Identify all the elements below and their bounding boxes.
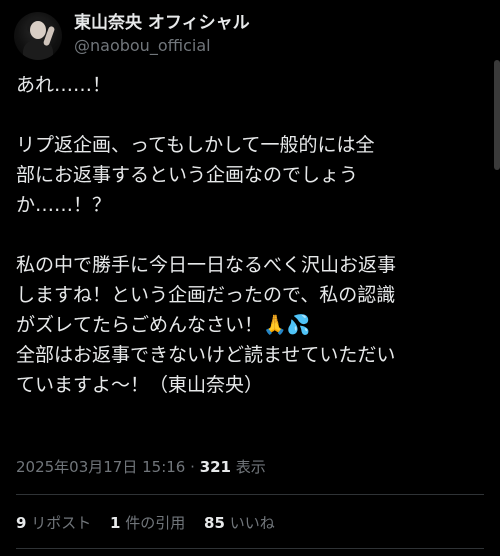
- author-info: 東山奈央 オフィシャル @naobou_official: [74, 12, 250, 57]
- divider: [16, 494, 484, 495]
- likes-count: 85: [204, 514, 225, 532]
- tweet-header: 東山奈央 オフィシャル @naobou_official: [14, 10, 486, 62]
- tweet-meta: 2025年03月17日 15:16 · 321 表示: [16, 456, 266, 477]
- tweet-line: ていますよ〜！（東山奈央）: [16, 374, 264, 396]
- views-count: 321: [199, 458, 231, 476]
- retweets-label: リポスト: [31, 514, 92, 532]
- tweet-line: 全部はお返事できないけど読ませていただい: [16, 344, 396, 366]
- retweets-count: 9: [16, 514, 27, 532]
- likes-stat[interactable]: 85 いいね: [204, 514, 275, 532]
- tweet-line: しますね！という企画だったので、私の認識: [16, 284, 396, 306]
- scrollbar[interactable]: [494, 60, 500, 170]
- author-display-name[interactable]: 東山奈央 オフィシャル: [74, 12, 250, 34]
- tweet-line: リプ返企画、ってもしかして一般的には全: [16, 134, 375, 156]
- quotes-stat[interactable]: 1 件の引用: [110, 514, 190, 532]
- timestamp[interactable]: 2025年03月17日 15:16: [16, 458, 185, 476]
- tweet-line: あれ……！: [16, 74, 112, 96]
- likes-label: いいね: [229, 514, 275, 532]
- tweet-line: がズレてたらごめんなさい！🙏💦: [16, 314, 311, 336]
- meta-separator: ·: [190, 458, 195, 476]
- tweet-stats: 9 リポスト 1 件の引用 85 いいね: [16, 512, 289, 533]
- retweets-stat[interactable]: 9 リポスト: [16, 514, 96, 532]
- quotes-count: 1: [110, 514, 121, 532]
- quotes-label: 件の引用: [125, 514, 186, 532]
- divider: [16, 548, 484, 549]
- tweet-line: 部にお返事するという企画なのでしょう: [16, 164, 359, 186]
- avatar[interactable]: [14, 12, 62, 60]
- tweet-line: か……！？: [16, 194, 112, 216]
- views-label: 表示: [235, 458, 266, 476]
- tweet-line: 私の中で勝手に今日一日なるべく沢山お返事: [16, 254, 397, 276]
- tweet-text: あれ……！ リプ返企画、ってもしかして一般的には全 部にお返事するという企画なの…: [16, 70, 488, 400]
- author-handle[interactable]: @naobou_official: [74, 35, 250, 57]
